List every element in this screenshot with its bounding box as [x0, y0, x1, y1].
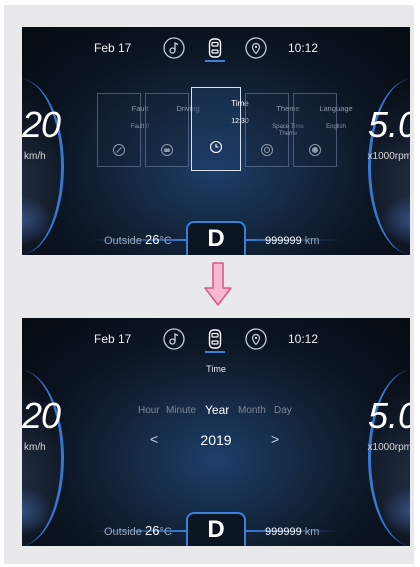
odometer-unit: km: [304, 526, 320, 538]
time-screen-title: Time: [206, 364, 226, 374]
increase-chevron-icon[interactable]: >: [271, 431, 279, 447]
theme-icon: [261, 144, 273, 156]
gear-indicator: D: [186, 512, 246, 546]
outside-label: Outside: [104, 235, 142, 247]
status-date: Feb 17: [94, 41, 132, 55]
active-tab-indicator: [205, 60, 225, 62]
location-pin-icon[interactable]: [244, 36, 268, 60]
year-value: 2019: [200, 432, 232, 448]
outside-label: Outside: [104, 526, 142, 538]
outside-temp-value: 26: [144, 523, 160, 538]
gear-value: D: [207, 516, 225, 543]
down-arrow-icon: [204, 262, 232, 306]
outside-temperature: Outside 26°C: [104, 523, 172, 538]
outside-temp-unit: °C: [159, 526, 172, 538]
location-pin-icon[interactable]: [244, 327, 268, 351]
speed-value: 20: [22, 395, 61, 436]
menu-card-time[interactable]: Time 12:30: [191, 87, 249, 171]
outside-temp-value: 26: [144, 232, 160, 247]
clock-icon: [209, 140, 223, 154]
language-icon: [309, 144, 321, 156]
settings-menu: Fault Fault 0 Driving Time 12:30 Theme S…: [97, 87, 353, 171]
gear-value: D: [207, 225, 225, 252]
segment-minute[interactable]: Minute: [166, 405, 196, 416]
rpm-unit: x1000rpm: [367, 151, 410, 162]
music-icon[interactable]: [162, 36, 186, 60]
speed-value: 20: [22, 104, 61, 145]
segment-hour[interactable]: Hour: [138, 405, 160, 416]
menu-card-label: Language: [319, 104, 353, 113]
odometer-value: 999999: [265, 526, 302, 538]
odometer: 999999 km: [265, 526, 319, 538]
segment-month[interactable]: Month: [238, 405, 266, 416]
car-front-icon: [161, 144, 173, 156]
segment-year[interactable]: Year: [205, 403, 229, 417]
menu-card-language[interactable]: Language English: [293, 93, 353, 167]
odometer-value: 999999: [265, 235, 302, 247]
status-clock: 10:12: [288, 41, 319, 55]
menu-card-theme[interactable]: Theme Space Time Theme: [245, 93, 304, 167]
odometer: 999999 km: [265, 235, 319, 247]
status-clock: 10:12: [288, 332, 319, 346]
status-bar: Feb 17 10:12: [22, 318, 410, 358]
menu-card-driving[interactable]: Driving: [145, 93, 200, 167]
car-icon[interactable]: [203, 327, 227, 351]
bottom-bar: D Outside 26°C 999999 km: [22, 215, 410, 255]
active-tab-indicator: [205, 351, 225, 353]
cluster-screen-menu: Feb 17 10:12 20 km/h 5.0 x1000rpm Fault …: [22, 27, 410, 255]
rpm-value: 5.0: [367, 395, 410, 436]
rpm-value: 5.0: [367, 104, 410, 145]
car-icon[interactable]: [203, 36, 227, 60]
status-date: Feb 17: [94, 332, 132, 346]
status-bar: Feb 17 10:12: [22, 27, 410, 67]
cluster-screen-time: Feb 17 10:12 20 km/h 5.0 x1000rpm Time H…: [22, 318, 410, 546]
odometer-unit: km: [304, 235, 320, 247]
music-icon[interactable]: [162, 327, 186, 351]
bottom-bar: D Outside 26°C 999999 km: [22, 506, 410, 546]
outside-temp-unit: °C: [159, 235, 172, 247]
menu-card-value: English: [326, 124, 346, 130]
speed-unit: km/h: [24, 151, 46, 162]
segment-day[interactable]: Day: [274, 405, 292, 416]
menu-card-fault[interactable]: Fault Fault 0: [97, 93, 149, 167]
fault-icon: [113, 144, 125, 156]
gear-indicator: D: [186, 221, 246, 255]
outside-temperature: Outside 26°C: [104, 232, 172, 247]
